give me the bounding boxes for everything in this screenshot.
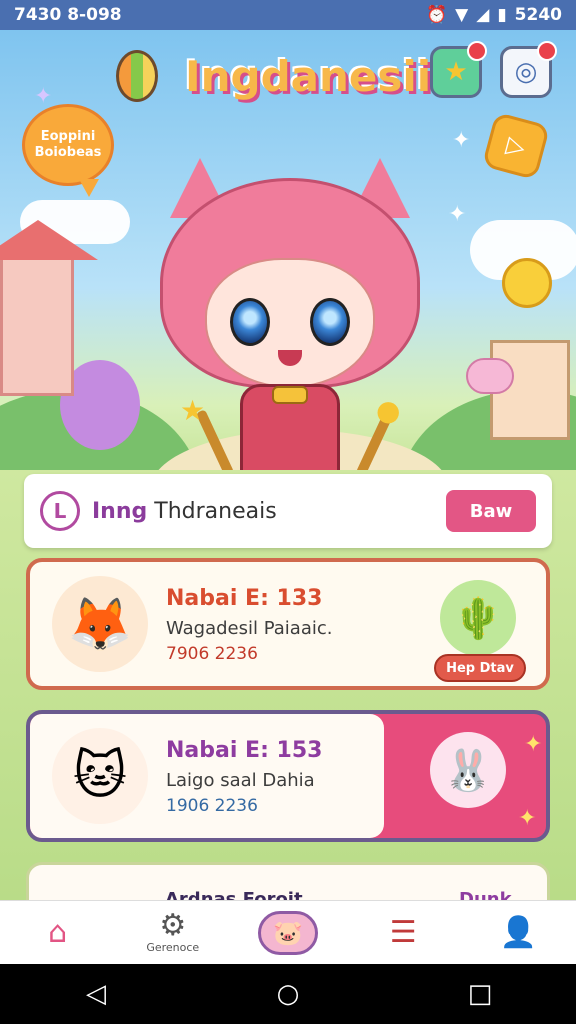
nav-home[interactable]: ⌂ (18, 903, 98, 963)
sparkle-icon: ✦ (34, 84, 53, 109)
card-meta: 7906 2236 (166, 644, 258, 664)
home-button[interactable]: ○ (258, 964, 318, 1024)
card-subtitle: Laigo saal Dahia (166, 770, 315, 791)
fox-avatar-icon: 🦊 (52, 576, 148, 672)
nav-profile[interactable]: 👤 (478, 903, 558, 963)
cactus-mascot-icon: 🌵 (440, 580, 516, 656)
list-card[interactable]: 🦊 Nabai E: 133 Wagadesil Paiaaic. 7906 2… (26, 558, 550, 690)
nav-list[interactable]: ☰ (363, 903, 443, 963)
search-text-part2: Thdraneais (154, 498, 277, 524)
play-icon: ▷ (503, 130, 529, 162)
sparkle-icon: ✦ (452, 128, 471, 153)
status-time: 7430 8-098 (14, 5, 122, 25)
search-bar[interactable]: L Inng Thdraneais Baw (24, 474, 552, 548)
recents-button[interactable]: □ (450, 964, 510, 1024)
star-icon: ★ (444, 57, 468, 87)
user-icon: 👤 (499, 914, 538, 950)
hero-character: ★ ● (150, 158, 430, 500)
search-action-button[interactable]: Baw (446, 490, 536, 532)
sun-mascot (502, 258, 552, 308)
back-button[interactable]: ◁ (66, 964, 126, 1024)
eye-left (230, 298, 270, 346)
nav-center[interactable]: 🐷 (248, 903, 328, 963)
gear-icon: ⚙ (159, 908, 187, 943)
battery-icon: ▮ (497, 5, 507, 25)
alarm-icon: ⏰ (425, 5, 448, 25)
chat-button[interactable]: ◎ (500, 41, 557, 98)
back-icon: ◁ (86, 979, 106, 1009)
sparkle-icon: ✦ (448, 202, 467, 227)
character-bow (272, 386, 308, 404)
logo-icon: L (40, 491, 80, 531)
promo-line-2: Boiobeas (34, 145, 102, 160)
app-title: Ingdanesii (185, 52, 432, 101)
nav-settings-label: Gerenoce (146, 941, 200, 954)
balloon-icon (116, 50, 158, 102)
battery-level: 5240 (514, 5, 562, 25)
status-icons: ⏰ ▼ ◢ ▮ 5240 (426, 5, 562, 25)
notification-dot (537, 41, 557, 61)
cat-avatar-icon: 🐱 (52, 728, 148, 824)
chat-icon: ◎ (514, 57, 538, 87)
search-text: Inng Thdraneais (92, 499, 446, 524)
promo-bubble[interactable]: Eoppini Boiobeas (22, 104, 114, 197)
mascot-icon: 🐷 (257, 910, 318, 955)
sparkle-icon: ✦ (518, 806, 537, 831)
card-subtitle: Wagadesil Paiaaic. (166, 618, 333, 639)
house-roof (0, 220, 98, 260)
cloud-mascot (466, 358, 514, 394)
star-icon: ★ (180, 394, 206, 427)
status-bar: 7430 8-098 ⏰ ▼ ◢ ▮ 5240 (0, 0, 576, 30)
promo-line-1: Eoppini (40, 129, 96, 145)
search-text-part1: Inng (92, 498, 148, 524)
card-inner: 🐱 Nabai E: 153 Laigo saal Dahia 1906 223… (30, 714, 384, 838)
notification-dot (467, 41, 487, 61)
list-icon: ☰ (389, 914, 417, 950)
list-card[interactable]: 🐱 Nabai E: 153 Laigo saal Dahia 1906 223… (26, 710, 550, 842)
nav-settings[interactable]: ⚙ Gerenoce (133, 903, 213, 963)
card-meta: 1906 2236 (166, 796, 258, 816)
star-button[interactable]: ★ (430, 41, 487, 98)
card-title: Nabai E: 153 (166, 738, 323, 763)
sparkle-icon: ✦ (524, 732, 543, 757)
square-icon: □ (467, 979, 493, 1009)
house-left (0, 256, 74, 396)
bottom-nav: ⌂ ⚙ Gerenoce 🐷 ☰ 👤 (0, 900, 576, 964)
wifi-icon: ▼ (455, 5, 469, 25)
eye-right (310, 298, 350, 346)
signal-icon: ◢ (476, 5, 490, 25)
home-icon: ⌂ (48, 914, 68, 950)
circle-icon: ○ (276, 979, 300, 1009)
card-action-button[interactable]: Hep Dtav (434, 654, 526, 682)
bunny-mascot-icon: 🐰 (430, 732, 506, 808)
system-nav-bar: ◁ ○ □ (0, 964, 576, 1024)
card-title: Nabai E: 133 (166, 586, 323, 611)
microphone-icon: ● (376, 394, 401, 427)
